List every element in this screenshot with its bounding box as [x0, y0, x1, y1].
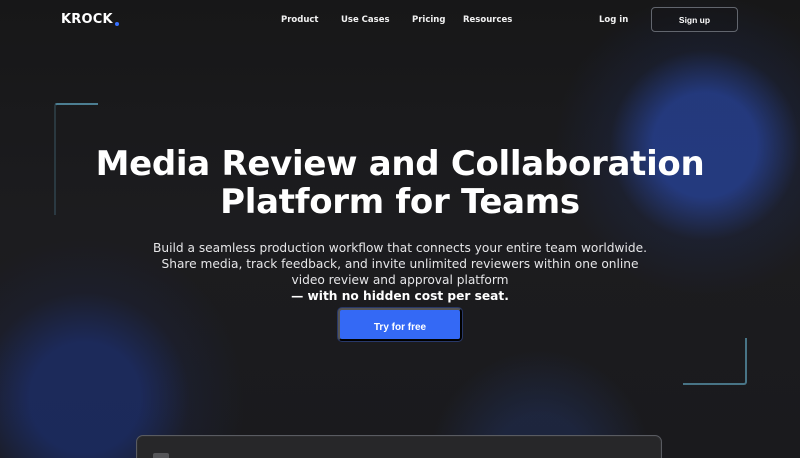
nav-use-cases-link[interactable]: Use Cases [341, 13, 390, 27]
hero-subtitle-line-3-text: video review and approval platform [291, 273, 509, 287]
nav-pricing-link[interactable]: Pricing [412, 13, 445, 27]
hero-subtitle-line-3: video review and approval platform — wit… [145, 272, 655, 304]
login-link[interactable]: Log in [599, 13, 628, 27]
try-for-free-button[interactable]: Try for free [338, 308, 462, 341]
product-preview-window [136, 435, 662, 458]
signup-button[interactable]: Sign up [651, 7, 738, 32]
hero-title-line-2: Platform for Teams [220, 182, 580, 222]
hero-subtitle-line-1: Build a seamless production workflow tha… [153, 241, 647, 255]
nav-product-link[interactable]: Product [281, 13, 319, 27]
landing-page: KROCK Product Use Cases Pricing Resource… [0, 0, 800, 458]
brand-name: KROCK [61, 12, 113, 27]
hero-title: Media Review and Collaboration Platform … [72, 145, 728, 221]
hero-subtitle-emphasis: — with no hidden cost per seat. [291, 289, 509, 303]
nav-resources-link[interactable]: Resources [463, 13, 512, 27]
decorative-corner-bottom-right [683, 338, 747, 385]
hero-subtitle: Build a seamless production workflow tha… [145, 240, 655, 304]
brand-dot-icon [114, 22, 119, 26]
hero-title-line-1: Media Review and Collaboration [95, 144, 705, 184]
krock-logo-link[interactable]: KROCK [61, 10, 119, 30]
preview-toolbar-icon [153, 453, 169, 458]
hero-subtitle-line-2: Share media, track feedback, and invite … [161, 257, 639, 271]
top-navigation: KROCK Product Use Cases Pricing Resource… [0, 0, 800, 42]
